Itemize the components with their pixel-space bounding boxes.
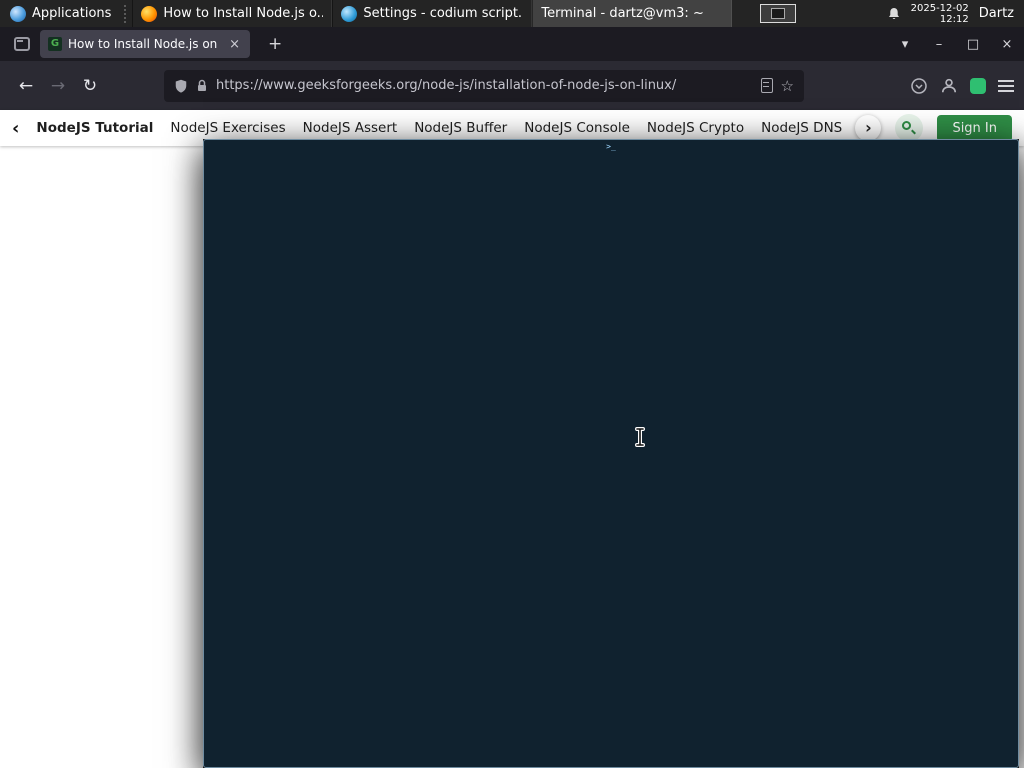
settings-icon	[341, 5, 358, 22]
tracking-shield-icon[interactable]	[174, 78, 188, 94]
forward-button[interactable]: →	[42, 76, 74, 96]
tab-favicon-icon: G	[48, 37, 62, 51]
gfg-nav-item-assert[interactable]: NodeJS Assert	[303, 120, 398, 136]
gfg-nav-item-exercises[interactable]: NodeJS Exercises	[170, 120, 285, 136]
tab-close-icon[interactable]: ×	[227, 37, 242, 52]
task-label: Settings - codium script...	[363, 6, 524, 21]
nav-scroll-left-icon[interactable]: ‹	[12, 118, 19, 139]
taskbar-window-terminal[interactable]: >_ Terminal - dartz@vm3: ~	[203, 0, 1019, 768]
magnifier-glyph	[902, 121, 912, 130]
gfg-nav-item-tutorial[interactable]: NodeJS Tutorial	[36, 120, 153, 136]
url-bar[interactable]: https://www.geeksforgeeks.org/node-js/in…	[164, 69, 804, 102]
workspace-1[interactable]	[760, 4, 797, 23]
workspace-switcher[interactable]	[760, 4, 797, 23]
desktop: G How to Install Node.js on × + ▾ – □ × …	[0, 0, 1024, 768]
menu-hamburger-icon[interactable]	[998, 79, 1014, 82]
mini-window	[771, 8, 786, 19]
back-button[interactable]: ←	[10, 76, 42, 96]
search-icon[interactable]	[895, 114, 924, 142]
tab-bar: G How to Install Node.js on × + ▾ – □ ×	[0, 27, 1024, 61]
clock-date: 2025-12-02	[910, 2, 969, 14]
close-button[interactable]: ×	[990, 37, 1024, 52]
panel-separator	[124, 4, 129, 23]
gfg-nav-item-console[interactable]: NodeJS Console	[524, 120, 630, 136]
window-controls: ▾ – □ ×	[888, 37, 1024, 52]
account-icon[interactable]	[940, 77, 958, 95]
nav-scroll-right-icon[interactable]: ›	[855, 115, 882, 141]
maximize-button[interactable]: □	[956, 37, 990, 52]
firefox-icon	[141, 5, 158, 22]
pocket-icon[interactable]	[910, 77, 928, 95]
new-tab-button[interactable]: +	[262, 34, 288, 54]
applications-label: Applications	[32, 6, 112, 21]
toolbar-right-icons	[910, 77, 1014, 95]
lock-icon[interactable]	[196, 79, 208, 93]
task-label: How to Install Node.js o...	[163, 6, 324, 21]
browser-toolbar: ← → ↻ https://www.geeksforgeeks.org/node…	[0, 61, 1024, 110]
sign-in-button[interactable]: Sign In	[937, 114, 1012, 142]
extension-icon[interactable]	[970, 77, 986, 94]
firefox-view-icon[interactable]	[14, 37, 30, 51]
clock-time: 12:12	[939, 13, 969, 25]
notification-bell-icon[interactable]	[887, 7, 901, 21]
user-name: Dartz	[978, 6, 1014, 21]
gfg-nav-item-dns[interactable]: NodeJS DNS	[761, 120, 842, 136]
taskbar-right: 2025-12-02 12:12 Dartz	[887, 0, 1024, 27]
distro-logo-icon	[10, 5, 26, 22]
taskbar-window-firefox[interactable]: How to Install Node.js o...	[132, 0, 333, 27]
bookmark-star-icon[interactable]: ☆	[781, 77, 794, 95]
taskbar-window-settings[interactable]: Settings - codium script...	[332, 0, 533, 27]
url-text[interactable]: https://www.geeksforgeeks.org/node-js/in…	[216, 78, 753, 93]
gfg-nav-item-crypto[interactable]: NodeJS Crypto	[647, 120, 744, 136]
taskbar: Applications How to Install Node.js o...…	[0, 0, 1024, 768]
browser-tab[interactable]: G How to Install Node.js on ×	[40, 30, 250, 58]
clock[interactable]: 2025-12-02 12:12	[911, 3, 969, 25]
tab-title: How to Install Node.js on	[68, 37, 218, 51]
applications-menu-button[interactable]: Applications	[0, 0, 121, 27]
reader-mode-icon[interactable]	[760, 78, 773, 93]
reload-button[interactable]: ↻	[74, 76, 106, 96]
gfg-nav-item-buffer[interactable]: NodeJS Buffer	[414, 120, 507, 136]
list-tabs-icon[interactable]: ▾	[888, 37, 922, 52]
minimize-button[interactable]: –	[922, 37, 956, 52]
task-label: Terminal - dartz@vm3: ~	[541, 6, 704, 21]
